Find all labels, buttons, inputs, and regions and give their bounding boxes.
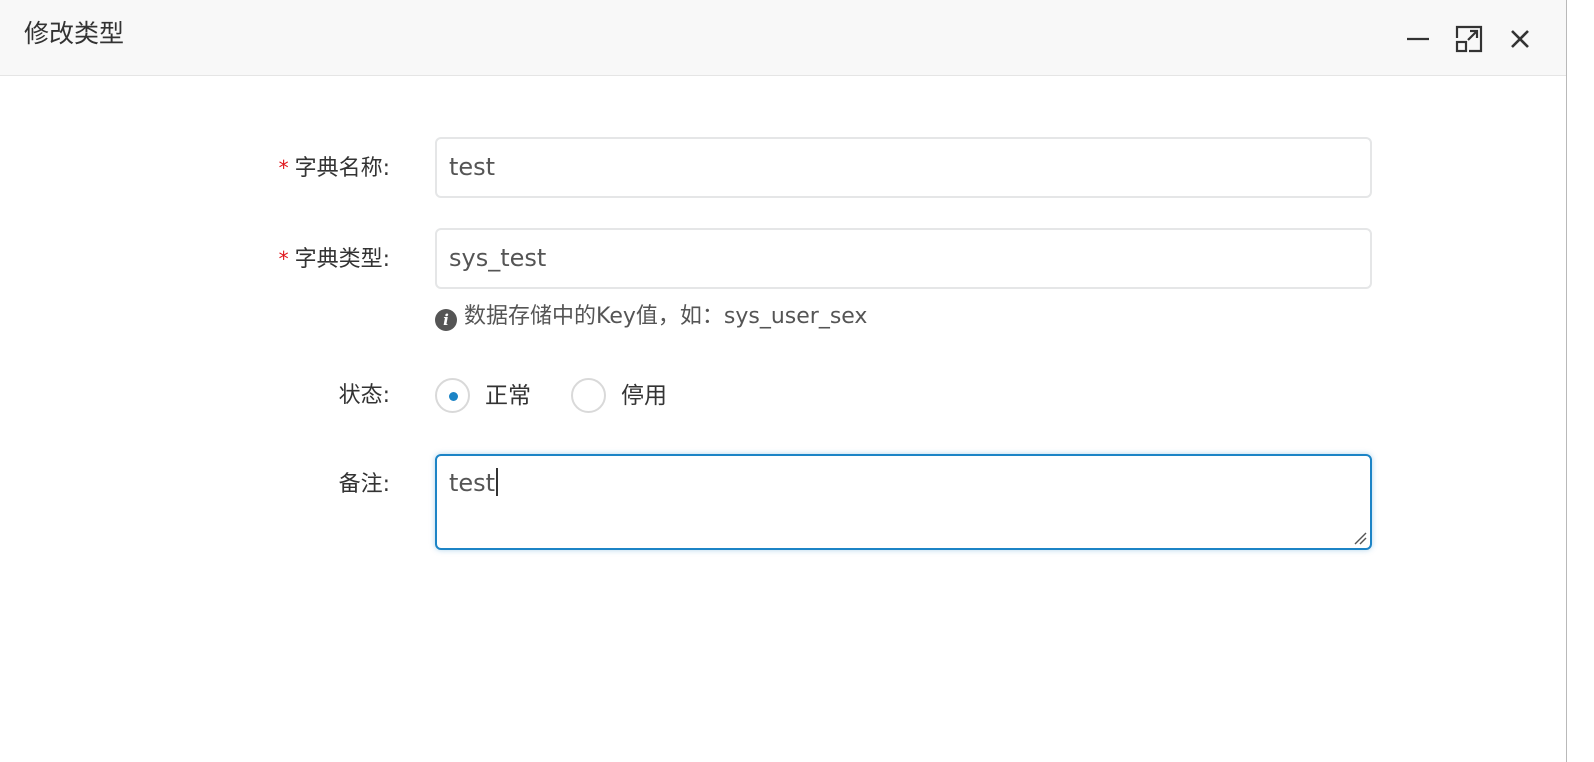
- status-option-disabled-label: 停用: [621, 383, 667, 409]
- required-mark: *: [278, 247, 289, 271]
- radio-unchecked-icon[interactable]: [571, 378, 606, 413]
- dialog-right-border: [1566, 0, 1567, 762]
- status-option-normal-label: 正常: [485, 383, 531, 409]
- status-option-normal[interactable]: 正常: [435, 378, 545, 414]
- minimize-button[interactable]: [1403, 24, 1433, 54]
- required-mark: *: [278, 156, 289, 180]
- resize-handle-icon[interactable]: [1353, 531, 1367, 545]
- status-option-disabled[interactable]: 停用: [571, 378, 681, 414]
- dialog-titlebar: 修改类型: [0, 0, 1566, 76]
- maximize-icon: [1455, 25, 1483, 53]
- dict-name-label: * 字典名称:: [279, 153, 390, 184]
- edit-type-dialog: 修改类型 * 字典名称: test * 字典类型: sys_test i 数据存…: [0, 0, 1594, 762]
- dict-name-label-text: 字典名称:: [294, 156, 390, 181]
- remark-label: 备注:: [338, 472, 390, 497]
- text-caret: [496, 468, 499, 496]
- close-icon: [1511, 30, 1529, 48]
- dict-name-input[interactable]: test: [435, 137, 1372, 198]
- radio-checked-icon[interactable]: [435, 378, 470, 413]
- remark-value: test: [449, 469, 496, 497]
- remark-textarea[interactable]: test: [435, 454, 1372, 550]
- status-label: 状态:: [338, 383, 390, 408]
- close-button[interactable]: [1505, 24, 1535, 54]
- dict-type-input[interactable]: sys_test: [435, 228, 1372, 289]
- minimize-icon: [1407, 37, 1429, 41]
- dict-type-help-text: 数据存储中的Key值，如：sys_user_sex: [464, 304, 868, 329]
- dict-type-label: * 字典类型:: [279, 244, 390, 275]
- dialog-title: 修改类型: [24, 19, 125, 48]
- dict-type-label-text: 字典类型:: [294, 247, 390, 272]
- maximize-button[interactable]: [1454, 24, 1484, 54]
- info-icon: i: [435, 309, 457, 331]
- dict-type-help: i 数据存储中的Key值，如：sys_user_sex: [435, 302, 867, 332]
